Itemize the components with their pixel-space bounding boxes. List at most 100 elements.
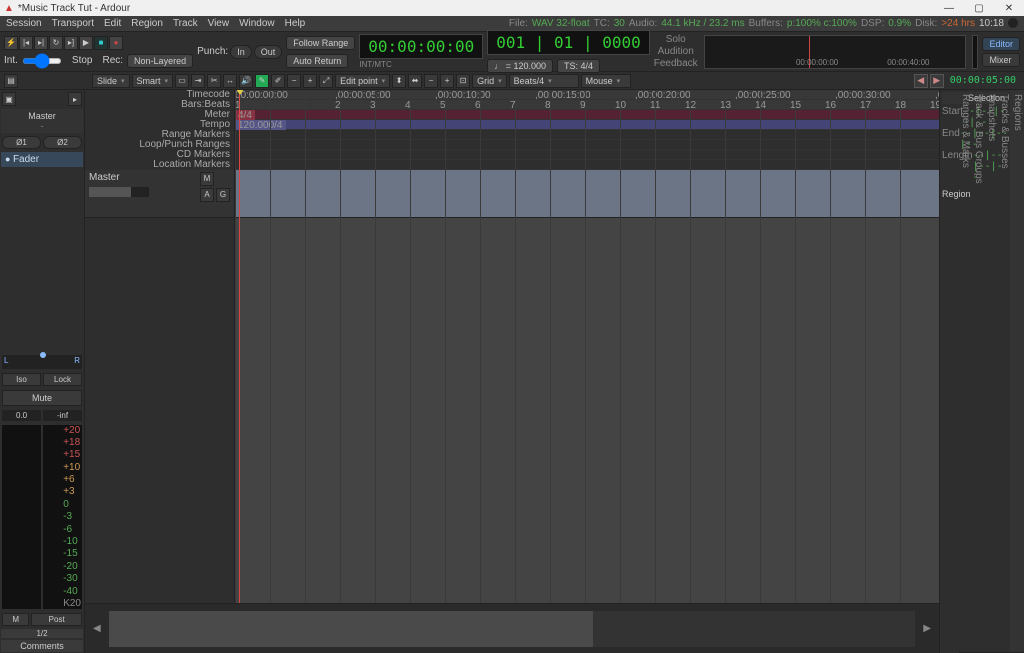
meter-ruler[interactable]: 4/4: [235, 110, 939, 120]
nudge-fwd-button[interactable]: ▶: [930, 74, 944, 88]
log-indicator-icon[interactable]: [1008, 18, 1018, 28]
lock-button[interactable]: Lock: [43, 373, 82, 386]
loop-button[interactable]: ↻: [49, 36, 63, 50]
master-track-header[interactable]: Master M A G: [85, 170, 234, 218]
phase-1-button[interactable]: Ø1: [2, 136, 41, 149]
record-button[interactable]: ●: [109, 36, 123, 50]
master-gain-slider[interactable]: [89, 187, 149, 197]
strip-hide-icon[interactable]: ▣: [2, 92, 16, 106]
fader-track[interactable]: [2, 425, 41, 610]
mute-button[interactable]: Mute: [2, 390, 82, 406]
edit-point-dropdown[interactable]: Edit point: [335, 74, 390, 88]
cd-ruler[interactable]: [235, 150, 939, 160]
close-button[interactable]: ✕: [994, 3, 1024, 14]
range-tool-icon[interactable]: ⇥: [191, 74, 205, 88]
output-routing[interactable]: 1/2: [1, 629, 83, 638]
stop-button[interactable]: ■: [94, 36, 108, 50]
menu-region[interactable]: Region: [131, 18, 163, 29]
audition-indicator[interactable]: Audition: [658, 46, 694, 57]
zoom-out2-icon[interactable]: −: [424, 74, 438, 88]
tempo-button[interactable]: ♩ = 120.000: [487, 59, 553, 73]
ruler-label-location[interactable]: Location Markers: [85, 160, 230, 170]
menu-help[interactable]: Help: [285, 18, 306, 29]
primary-clock[interactable]: 00:00:00:00: [359, 34, 483, 59]
menu-view[interactable]: View: [208, 18, 230, 29]
menu-transport[interactable]: Transport: [52, 18, 94, 29]
goto-end-button[interactable]: ▸|: [34, 36, 48, 50]
shuttle-slider[interactable]: [22, 58, 62, 64]
midi-panic-button[interactable]: ⚡: [4, 36, 18, 50]
comments-button[interactable]: Comments: [1, 640, 83, 652]
edit-mode-dropdown[interactable]: Slide: [92, 74, 130, 88]
tab-tracks-busses[interactable]: Tracks & Busses: [998, 90, 1011, 653]
editor-canvas[interactable]: 00:00:00:00,00:00:05:00,00:00:10:00,00:0…: [235, 90, 939, 603]
meter-point-button[interactable]: Post: [31, 613, 82, 626]
tempo-ruler[interactable]: 120.000/4: [235, 120, 939, 130]
track-shrink-icon[interactable]: ⬍: [392, 74, 406, 88]
zoom-in-icon[interactable]: +: [303, 74, 317, 88]
summary-bar[interactable]: [109, 611, 916, 647]
auto-return-button[interactable]: Auto Return: [286, 54, 348, 68]
tab-track-bus-groups[interactable]: Track & Bus Groups: [972, 90, 985, 653]
track-vis-menu-icon[interactable]: ▤: [4, 74, 18, 88]
cut-tool-icon[interactable]: ✂: [207, 74, 221, 88]
meter-m-button[interactable]: M: [2, 613, 29, 626]
timecode-ruler[interactable]: 00:00:00:00,00:00:05:00,00:00:10:00,00:0…: [235, 90, 939, 100]
strip-input-icon[interactable]: ▸: [68, 92, 82, 106]
play-range-button[interactable]: ▸]: [64, 36, 78, 50]
play-button[interactable]: ▶: [79, 36, 93, 50]
nudge-back-button[interactable]: ◀: [914, 74, 928, 88]
rec-mode-dropdown[interactable]: Non-Layered: [127, 54, 193, 68]
iso-button[interactable]: Iso: [2, 373, 41, 386]
zoom-out-icon[interactable]: −: [287, 74, 301, 88]
stretch-tool-icon[interactable]: ↔: [223, 74, 237, 88]
nudge-clock[interactable]: 00:00:05:00: [946, 75, 1020, 86]
master-track-name[interactable]: Master: [89, 172, 149, 183]
audition-tool-icon[interactable]: 🔊: [239, 74, 253, 88]
secondary-clock[interactable]: 001 | 01 | 0000: [487, 30, 650, 55]
timesig-button[interactable]: TS: 4/4: [557, 59, 600, 73]
strip-name[interactable]: Master: [3, 111, 81, 121]
phase-2-button[interactable]: Ø2: [43, 136, 82, 149]
strip-input-label[interactable]: -: [3, 121, 81, 131]
punch-in-button[interactable]: In: [230, 45, 252, 59]
menu-window[interactable]: Window: [239, 18, 275, 29]
menu-track[interactable]: Track: [173, 18, 198, 29]
gain-display[interactable]: 0.0: [2, 410, 41, 421]
playhead[interactable]: [239, 90, 240, 603]
master-mute-button[interactable]: M: [200, 172, 214, 186]
master-track-lane[interactable]: [235, 170, 939, 218]
track-expand-icon[interactable]: ⬌: [408, 74, 422, 88]
editor-view-button[interactable]: Editor: [982, 37, 1020, 51]
maximize-button[interactable]: ▢: [964, 3, 994, 14]
master-group-button[interactable]: G: [216, 188, 230, 202]
tab-snapshots[interactable]: Snapshots: [985, 90, 998, 653]
tab-ranges-marks[interactable]: Ranges & Marks: [959, 90, 972, 653]
feedback-indicator[interactable]: Feedback: [654, 58, 698, 69]
solo-indicator[interactable]: Solo: [666, 34, 686, 45]
summary-right-button[interactable]: ▶: [919, 623, 935, 634]
snap-to-dropdown[interactable]: Beats/4: [509, 74, 579, 88]
master-auto-button[interactable]: A: [200, 188, 214, 202]
minimize-button[interactable]: —: [934, 3, 964, 14]
follow-range-button[interactable]: Follow Range: [286, 36, 355, 50]
snap-mode-dropdown[interactable]: Grid: [472, 74, 507, 88]
location-ruler[interactable]: [235, 160, 939, 170]
object-tool-icon[interactable]: ▭: [175, 74, 189, 88]
peak-display[interactable]: -inf: [43, 410, 82, 421]
pan-slider[interactable]: LR: [2, 355, 82, 369]
zoom-in2-icon[interactable]: +: [440, 74, 454, 88]
zoom-sel-icon[interactable]: ⊡: [456, 74, 470, 88]
mixer-view-button[interactable]: Mixer: [982, 53, 1020, 67]
zoom-focus-dropdown[interactable]: Mouse: [581, 74, 631, 88]
draw-tool-icon[interactable]: ✎: [255, 74, 269, 88]
smart-mode-button[interactable]: Smart: [132, 74, 174, 88]
zoom-fit-icon[interactable]: ⤢: [319, 74, 333, 88]
loop-ruler[interactable]: [235, 140, 939, 150]
tab-regions[interactable]: Regions: [1011, 90, 1024, 653]
mini-timeline[interactable]: 00:00:00:00 00:00:40:00: [704, 35, 967, 69]
punch-out-button[interactable]: Out: [254, 45, 283, 59]
processor-fader[interactable]: ● Fader: [1, 152, 83, 167]
menu-session[interactable]: Session: [6, 18, 42, 29]
goto-start-button[interactable]: |◂: [19, 36, 33, 50]
